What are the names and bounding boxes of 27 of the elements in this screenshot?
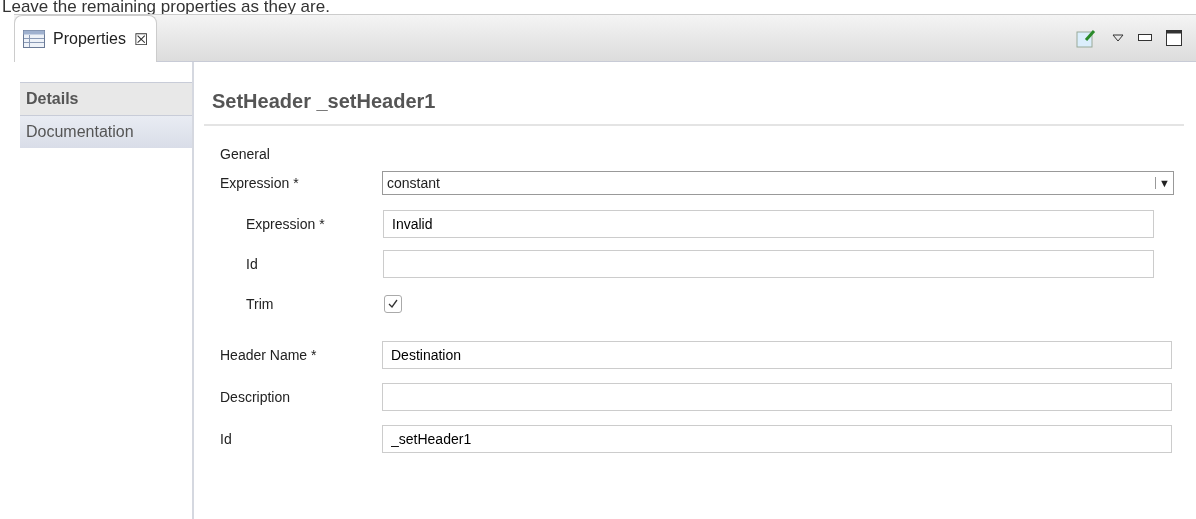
section-label: General (220, 145, 271, 164)
field-label: Trim (246, 296, 275, 312)
text-field[interactable]: Destination (382, 341, 1172, 369)
field-label: Description (220, 389, 292, 405)
text-field[interactable] (382, 383, 1172, 411)
field-label: Header Name * (220, 347, 318, 363)
properties-tab[interactable]: Properties ☒ (14, 15, 157, 62)
sidebar-tab[interactable]: Documentation (20, 115, 192, 148)
intro-text: Leave the remaining properties as they are. (1, 0, 331, 14)
minimize-icon[interactable] (1138, 34, 1152, 42)
checkbox[interactable] (384, 295, 402, 313)
page-title: SetHeader _setHeader1 (204, 62, 1184, 126)
check-icon (388, 299, 398, 309)
pin-note-icon[interactable] (1076, 28, 1098, 48)
text-field[interactable] (383, 250, 1154, 278)
field-label: Expression * (246, 216, 326, 232)
field-label: Expression * (220, 175, 300, 191)
field-label: Id (220, 431, 233, 447)
table-icon (23, 30, 45, 48)
text-field[interactable]: Invalid (383, 210, 1154, 238)
sidebar-tab[interactable]: Details (20, 82, 192, 115)
expression-dropdown[interactable]: constant ▼ (382, 171, 1174, 195)
maximize-icon[interactable] (1166, 30, 1182, 46)
text-field[interactable]: _setHeader1 (382, 425, 1172, 453)
close-icon[interactable]: ☒ (133, 29, 148, 49)
dropdown-icon[interactable] (1112, 34, 1124, 42)
field-label: Id (246, 256, 259, 272)
